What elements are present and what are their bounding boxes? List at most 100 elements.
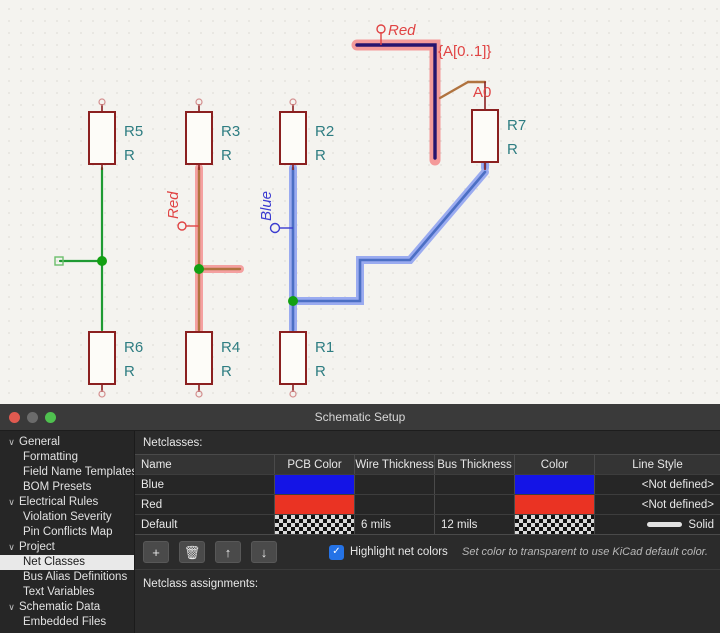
highlight-net-colors-checkbox[interactable]: ✓	[329, 544, 344, 560]
cell-pcb-color-swatch[interactable]	[275, 495, 354, 514]
cell-color-swatch[interactable]	[515, 495, 594, 514]
symbol-r4[interactable]	[185, 331, 213, 398]
cell-line-style[interactable]: <Not defined>	[595, 475, 720, 494]
cell-pcb-color[interactable]	[275, 475, 355, 494]
cell-wire-thickness[interactable]: 6 mils	[355, 515, 435, 534]
col-header-bus-thickness[interactable]: Bus Thickness	[435, 455, 515, 474]
refdes-r5: R5	[124, 123, 143, 140]
sidebar-item-field-name-templates[interactable]: Field Name Templates	[0, 465, 134, 480]
sidebar-item-electrical-rules[interactable]: ∨ Electrical Rules	[0, 495, 134, 510]
line-style-text: <Not defined>	[641, 498, 714, 511]
transparent-color-hint: Set color to transparent to use KiCad de…	[461, 546, 708, 558]
col-header-name[interactable]: Name	[135, 455, 275, 474]
chevron-down-icon[interactable]: ∨	[6, 435, 17, 450]
zoom-button[interactable]	[45, 412, 56, 423]
cell-color[interactable]	[515, 475, 595, 494]
col-header-color[interactable]: Color	[515, 455, 595, 474]
move-up-button[interactable]: ↑	[215, 541, 241, 563]
symbol-r1[interactable]	[279, 331, 307, 398]
value-r2: R	[315, 147, 326, 164]
minimize-button[interactable]	[27, 412, 38, 423]
sidebar-item-bom-presets[interactable]: BOM Presets	[0, 480, 134, 495]
bus-member-label-a0: A0	[473, 84, 491, 101]
symbol-r5[interactable]	[88, 98, 116, 170]
sidebar-item-bus-alias-definitions[interactable]: Bus Alias Definitions	[0, 570, 134, 585]
symbol-r3[interactable]	[185, 98, 213, 170]
sidebar-item-label: General	[19, 436, 60, 448]
schematic-canvas[interactable]: R5 R R3 R R2 R R7 R R6 R R4 R R1 R Red {…	[0, 0, 720, 404]
table-header-row: Name PCB Color Wire Thickness Bus Thickn…	[135, 455, 720, 474]
sidebar-item-general[interactable]: ∨ General	[0, 435, 134, 450]
cell-pcb-color-swatch[interactable]	[275, 475, 354, 494]
dialog-titlebar[interactable]: Schematic Setup	[0, 404, 720, 431]
cell-bus-thickness[interactable]	[435, 495, 515, 514]
cell-netclass-name[interactable]: Blue	[135, 475, 275, 494]
chevron-down-icon[interactable]: ∨	[6, 495, 17, 510]
settings-tree[interactable]: ∨ General Formatting Field Name Templates BO…	[0, 431, 135, 633]
symbol-r6[interactable]	[88, 331, 116, 398]
netclasses-pane: Netclasses: Name PCB Color Wire Thicknes…	[135, 431, 720, 633]
symbol-r7[interactable]	[471, 109, 499, 170]
cell-line-style[interactable]: <Not defined>	[595, 495, 720, 514]
dialog-body: ∨ General Formatting Field Name Templates BO…	[0, 431, 720, 633]
table-row[interactable]: Red <Not defined>	[135, 494, 720, 514]
cell-pcb-color[interactable]	[275, 495, 355, 514]
sidebar-item-text-variables[interactable]: Text Variables	[0, 585, 134, 600]
highlight-net-colors-control[interactable]: ✓ Highlight net colors	[329, 544, 448, 560]
sidebar-item-pin-conflicts-map[interactable]: Pin Conflicts Map	[0, 525, 134, 540]
cell-pcb-color[interactable]	[275, 515, 355, 534]
sidebar-item-label: Project	[19, 541, 55, 553]
col-header-wire-thickness[interactable]: Wire Thickness	[355, 455, 435, 474]
cell-color[interactable]	[515, 495, 595, 514]
sidebar-item-formatting[interactable]: Formatting	[0, 450, 134, 465]
cell-color[interactable]	[515, 515, 595, 534]
close-button[interactable]	[9, 412, 20, 423]
sidebar-item-schematic-data[interactable]: ∨ Schematic Data	[0, 600, 134, 615]
sidebar-item-embedded-files[interactable]: Embedded Files	[0, 615, 134, 630]
netclasses-heading: Netclasses:	[143, 437, 203, 449]
cell-line-style[interactable]: Solid	[595, 515, 720, 534]
refdes-r3: R3	[221, 123, 240, 140]
chevron-down-icon[interactable]: ∨	[6, 540, 17, 555]
wires[interactable]	[54, 43, 487, 332]
netclasses-toolbar[interactable]: + 🗑 ↑ ↓ ✓ Highlight net colors Set color…	[135, 535, 720, 569]
col-header-pcb-color[interactable]: PCB Color	[275, 455, 355, 474]
table-row[interactable]: Default 6 mils 12 mils Solid	[135, 514, 720, 534]
cell-bus-thickness[interactable]: 12 mils	[435, 515, 515, 534]
cell-wire-thickness[interactable]	[355, 475, 435, 494]
table-body[interactable]: Blue <Not defined> Red <Not defined> Default…	[135, 474, 720, 534]
sidebar-item-net-classes[interactable]: Net Classes	[0, 555, 134, 570]
sidebar-item-label: Bus Alias Definitions	[23, 571, 128, 583]
sidebar-item-label: BOM Presets	[23, 481, 92, 493]
col-header-line-style[interactable]: Line Style	[595, 455, 720, 474]
move-down-button[interactable]: ↓	[251, 541, 277, 563]
cell-netclass-name[interactable]: Default	[135, 515, 275, 534]
netclasses-table[interactable]: Name PCB Color Wire Thickness Bus Thickn…	[135, 454, 720, 535]
delete-netclass-button[interactable]: 🗑	[179, 541, 205, 563]
table-row[interactable]: Blue <Not defined>	[135, 474, 720, 494]
cell-color-swatch[interactable]	[515, 515, 594, 534]
add-netclass-button[interactable]: +	[143, 541, 169, 563]
schematic-drawing: R5 R R3 R R2 R R7 R R6 R R4 R R1 R Red {…	[54, 22, 526, 398]
cell-color-swatch[interactable]	[515, 475, 594, 494]
net-highlight-halos	[195, 39, 489, 334]
symbol-r2[interactable]	[279, 98, 307, 170]
cell-netclass-name[interactable]: Red	[135, 495, 275, 514]
value-r6: R	[124, 363, 135, 380]
schematic-setup-dialog: Schematic Setup ∨ General Formatting Field …	[0, 404, 720, 633]
sidebar-item-label: Net Classes	[23, 556, 85, 568]
junction-brown	[194, 264, 204, 274]
sidebar-item-project[interactable]: ∨ Project	[0, 540, 134, 555]
cell-wire-thickness[interactable]	[355, 495, 435, 514]
value-r1: R	[315, 363, 326, 380]
wire-blue-routed	[291, 170, 487, 303]
refdes-r6: R6	[124, 339, 143, 356]
cell-pcb-color-swatch[interactable]	[275, 515, 354, 534]
cell-bus-thickness[interactable]	[435, 475, 515, 494]
window-controls[interactable]	[9, 412, 56, 423]
value-r3: R	[221, 147, 232, 164]
sidebar-item-violation-severity[interactable]: Violation Severity	[0, 510, 134, 525]
refdes-r7: R7	[507, 117, 526, 134]
chevron-down-icon[interactable]: ∨	[6, 600, 17, 615]
sidebar-item-label: Schematic Data	[19, 601, 101, 613]
